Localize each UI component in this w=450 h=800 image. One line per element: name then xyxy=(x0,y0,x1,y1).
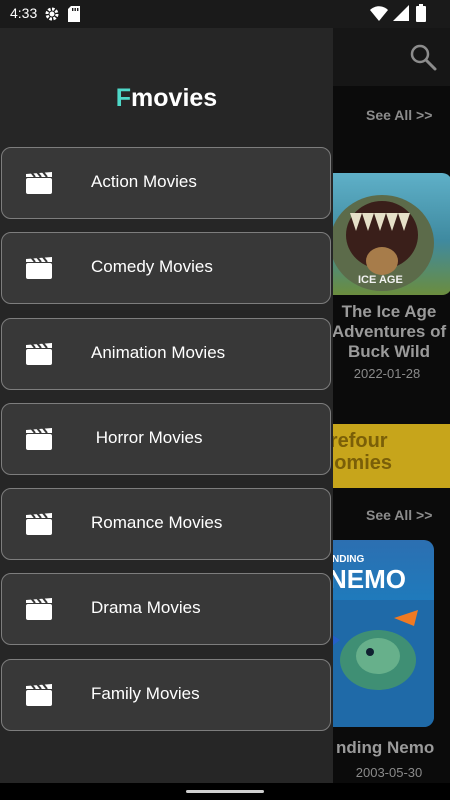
menu-item-label: Animation Movies xyxy=(91,343,226,362)
clapperboard-icon xyxy=(26,257,52,279)
movie-poster[interactable]: NDING NEMO xyxy=(322,540,434,727)
brand-initial: F xyxy=(115,84,132,112)
status-bar: 4:33 xyxy=(0,0,450,28)
menu-item-horror-movies[interactable]: Horror Movies xyxy=(1,403,331,475)
app-logo-title: Fmovies xyxy=(0,84,333,113)
navigation-drawer: Fmovies Action Movies Comedy Movies Anim… xyxy=(0,28,333,783)
see-all-link[interactable]: See All >> xyxy=(366,507,432,523)
menu-item-action-movies[interactable]: Action Movies xyxy=(1,147,331,219)
home-gesture-handle[interactable] xyxy=(186,790,264,793)
menu-item-label: Action Movies xyxy=(91,172,197,191)
movie-title[interactable]: The Ice Age Adventures of Buck Wild xyxy=(330,302,448,362)
ad-banner[interactable]: rrefour nomies xyxy=(322,424,450,488)
movie-title[interactable]: nding Nemo xyxy=(336,738,444,758)
menu-item-label: Romance Movies xyxy=(91,513,223,532)
system-nav-bar xyxy=(0,783,450,800)
svg-text:ICE AGE: ICE AGE xyxy=(358,274,403,286)
menu-item-label: Family Movies xyxy=(91,684,200,703)
wifi-icon xyxy=(370,6,388,21)
ad-text: rrefour nomies xyxy=(322,430,393,474)
menu-item-label: Drama Movies xyxy=(91,598,201,617)
clapperboard-icon xyxy=(26,172,52,194)
movie-date: 2003-05-30 xyxy=(355,765,423,780)
menu-item-comedy-movies[interactable]: Comedy Movies xyxy=(1,232,331,304)
brand-name: movies xyxy=(131,84,218,112)
see-all-link[interactable]: See All >> xyxy=(366,107,432,123)
menu-item-label: Comedy Movies xyxy=(91,257,213,276)
battery-icon xyxy=(416,4,426,22)
menu-item-label: Horror Movies xyxy=(91,428,203,447)
clapperboard-icon xyxy=(26,598,52,620)
status-time: 4:33 xyxy=(10,5,38,21)
menu-item-family-movies[interactable]: Family Movies xyxy=(1,659,331,731)
search-icon[interactable] xyxy=(406,40,440,74)
menu-item-animation-movies[interactable]: Animation Movies xyxy=(1,318,331,390)
menu-item-romance-movies[interactable]: Romance Movies xyxy=(1,488,331,560)
clapperboard-icon xyxy=(26,428,52,450)
drawer-header: Fmovies xyxy=(0,28,333,146)
sd-card-icon xyxy=(68,6,80,22)
menu-item-drama-movies[interactable]: Drama Movies xyxy=(1,573,331,645)
movie-date: 2022-01-28 xyxy=(353,366,421,381)
clapperboard-icon xyxy=(26,684,52,706)
svg-text:NEMO: NEMO xyxy=(328,564,406,594)
signal-icon xyxy=(393,5,409,21)
gear-icon xyxy=(45,7,59,21)
clapperboard-icon xyxy=(26,343,52,365)
movie-poster[interactable]: ICE AGE xyxy=(322,173,450,295)
clapperboard-icon xyxy=(26,513,52,535)
